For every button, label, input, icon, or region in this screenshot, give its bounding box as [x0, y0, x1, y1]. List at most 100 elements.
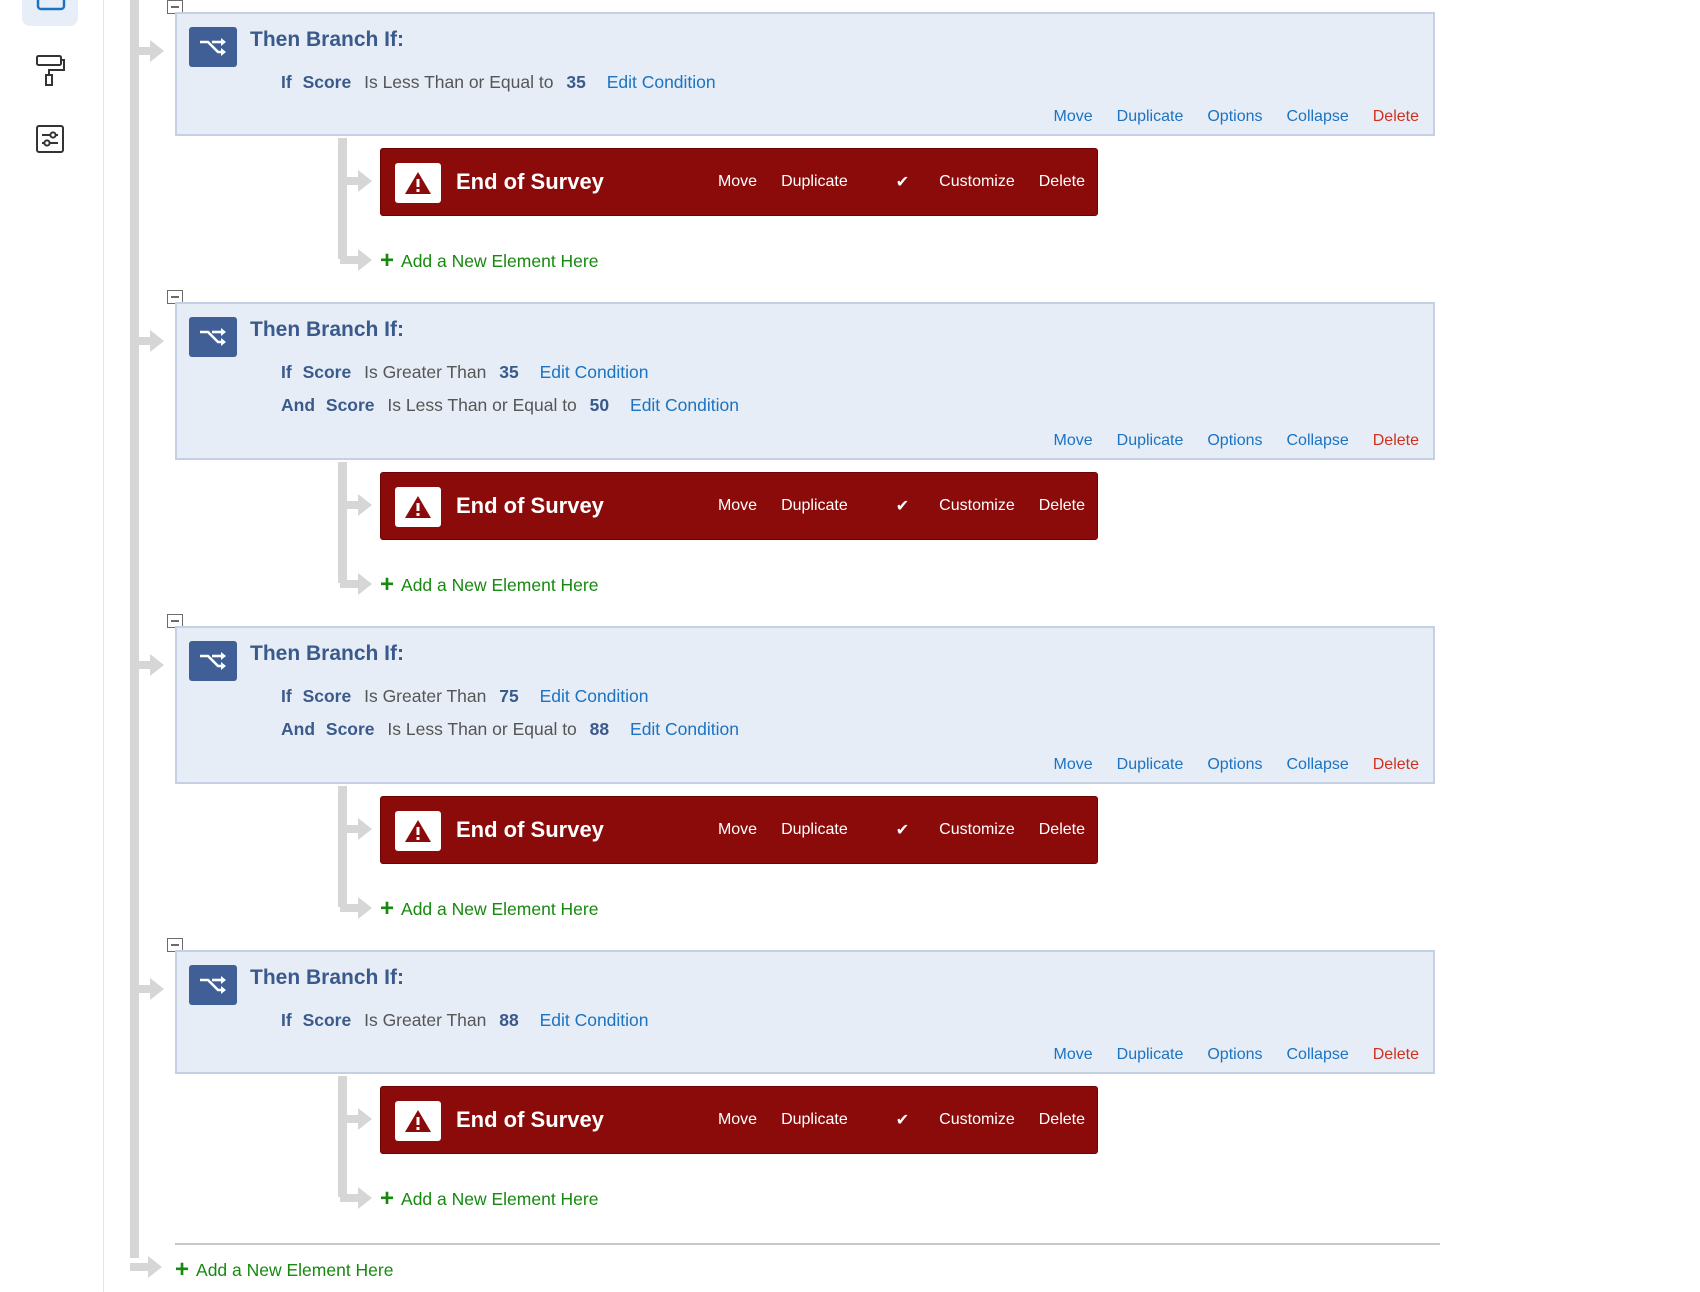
customize-link[interactable]: ✔ Customize	[872, 172, 1015, 192]
duplicate-link[interactable]: Duplicate	[1117, 108, 1184, 126]
options-link[interactable]: Options	[1207, 756, 1262, 774]
condition-conjunction: And	[281, 395, 316, 415]
add-element-link[interactable]: + Add a New Element Here	[380, 249, 598, 273]
duplicate-link[interactable]: Duplicate	[1117, 756, 1184, 774]
condition-field: Score	[302, 1010, 352, 1030]
warning-icon	[395, 811, 441, 851]
delete-link[interactable]: Delete	[1373, 1046, 1419, 1064]
end-of-survey-actions: Move Duplicate ✔ Customize Delete	[694, 172, 1085, 192]
condition-value: 75	[499, 686, 519, 706]
collapse-link[interactable]: Collapse	[1286, 432, 1348, 450]
options-link[interactable]: Options	[1207, 108, 1262, 126]
add-element-label: Add a New Element Here	[401, 574, 599, 595]
edit-condition-link[interactable]: Edit Condition	[630, 395, 739, 415]
condition-field: Score	[302, 686, 352, 706]
delete-link[interactable]: Delete	[1039, 820, 1085, 840]
end-of-survey-block: End of Survey Move Duplicate ✔ Customize …	[380, 472, 1098, 540]
branch-condition: And Score Is Less Than or Equal to 50 Ed…	[281, 395, 739, 416]
flow-connector	[338, 1076, 347, 1197]
flow-arrow-icon	[340, 573, 372, 595]
condition-conjunction: If	[281, 686, 292, 706]
collapse-link[interactable]: Collapse	[1286, 108, 1348, 126]
edit-condition-link[interactable]: Edit Condition	[607, 72, 716, 92]
branch-block: Then Branch If: If Score Is Greater Than…	[175, 302, 1435, 460]
end-of-survey-actions: Move Duplicate ✔ Customize Delete	[694, 1110, 1085, 1130]
checkmark-icon: ✔	[895, 498, 910, 515]
warning-icon	[395, 1101, 441, 1141]
move-link[interactable]: Move	[718, 496, 757, 516]
flow-arrow-icon	[132, 40, 164, 62]
customize-link[interactable]: ✔ Customize	[872, 1110, 1015, 1130]
duplicate-link[interactable]: Duplicate	[781, 496, 848, 516]
flow-arrow-icon	[340, 897, 372, 919]
branch-title: Then Branch If:	[250, 642, 405, 665]
add-element-label: Add a New Element Here	[401, 250, 599, 271]
condition-conjunction: If	[281, 362, 292, 382]
branch-condition: And Score Is Less Than or Equal to 88 Ed…	[281, 719, 739, 740]
add-element-link[interactable]: + Add a New Element Here	[175, 1258, 393, 1282]
move-link[interactable]: Move	[1054, 108, 1093, 126]
duplicate-link[interactable]: Duplicate	[1117, 432, 1184, 450]
flow-arrow-icon	[340, 1108, 372, 1130]
duplicate-link[interactable]: Duplicate	[781, 172, 848, 192]
branch-condition: If Score Is Greater Than 75 Edit Conditi…	[281, 686, 649, 707]
branch-icon	[189, 317, 237, 357]
flow-arrow-icon	[130, 1256, 162, 1278]
delete-link[interactable]: Delete	[1039, 1110, 1085, 1130]
edit-condition-link[interactable]: Edit Condition	[540, 686, 649, 706]
flow-connector	[338, 786, 347, 907]
condition-value: 88	[499, 1010, 519, 1030]
branch-condition: If Score Is Greater Than 35 Edit Conditi…	[281, 362, 649, 383]
survey-options-button[interactable]	[22, 117, 78, 161]
move-link[interactable]: Move	[718, 172, 757, 192]
plus-icon: +	[380, 1185, 395, 1212]
customize-label: Customize	[939, 173, 1015, 190]
add-element-label: Add a New Element Here	[401, 1188, 599, 1209]
customize-link[interactable]: ✔ Customize	[872, 820, 1015, 840]
survey-flow-button[interactable]	[22, 0, 78, 26]
branch-condition: If Score Is Less Than or Equal to 35 Edi…	[281, 72, 716, 93]
delete-link[interactable]: Delete	[1373, 432, 1419, 450]
condition-operator: Is Less Than or Equal to	[387, 719, 577, 739]
customize-link[interactable]: ✔ Customize	[872, 496, 1015, 516]
divider	[175, 1243, 1440, 1245]
move-link[interactable]: Move	[718, 820, 757, 840]
branch-title: Then Branch If:	[250, 966, 405, 989]
warning-icon	[395, 163, 441, 203]
delete-link[interactable]: Delete	[1039, 172, 1085, 192]
add-element-label: Add a New Element Here	[196, 1259, 394, 1280]
edit-condition-link[interactable]: Edit Condition	[540, 362, 649, 382]
move-link[interactable]: Move	[1054, 756, 1093, 774]
options-link[interactable]: Options	[1207, 432, 1262, 450]
add-element-link[interactable]: + Add a New Element Here	[380, 1187, 598, 1211]
delete-link[interactable]: Delete	[1373, 108, 1419, 126]
move-link[interactable]: Move	[1054, 432, 1093, 450]
delete-link[interactable]: Delete	[1373, 756, 1419, 774]
edit-condition-link[interactable]: Edit Condition	[630, 719, 739, 739]
move-link[interactable]: Move	[1054, 1046, 1093, 1064]
end-of-survey-actions: Move Duplicate ✔ Customize Delete	[694, 496, 1085, 516]
flow-arrow-icon	[132, 654, 164, 676]
condition-operator: Is Greater Than	[364, 686, 487, 706]
collapse-link[interactable]: Collapse	[1286, 1046, 1348, 1064]
look-and-feel-button[interactable]	[22, 48, 78, 92]
edit-condition-link[interactable]: Edit Condition	[540, 1010, 649, 1030]
branch-actions: Move Duplicate Options Collapse Delete	[1030, 432, 1419, 450]
end-of-survey-block: End of Survey Move Duplicate ✔ Customize …	[380, 1086, 1098, 1154]
end-of-survey-block: End of Survey Move Duplicate ✔ Customize …	[380, 148, 1098, 216]
branch-block: Then Branch If: If Score Is Less Than or…	[175, 12, 1435, 136]
move-link[interactable]: Move	[718, 1110, 757, 1130]
branch-icon	[189, 641, 237, 681]
add-element-link[interactable]: + Add a New Element Here	[380, 897, 598, 921]
customize-label: Customize	[939, 497, 1015, 514]
end-of-survey-title: End of Survey	[456, 493, 604, 518]
duplicate-link[interactable]: Duplicate	[781, 820, 848, 840]
duplicate-link[interactable]: Duplicate	[781, 1110, 848, 1130]
collapse-link[interactable]: Collapse	[1286, 756, 1348, 774]
add-element-link[interactable]: + Add a New Element Here	[380, 573, 598, 597]
duplicate-link[interactable]: Duplicate	[1117, 1046, 1184, 1064]
delete-link[interactable]: Delete	[1039, 496, 1085, 516]
checkmark-icon: ✔	[895, 822, 910, 839]
condition-value: 50	[589, 395, 610, 415]
options-link[interactable]: Options	[1207, 1046, 1262, 1064]
